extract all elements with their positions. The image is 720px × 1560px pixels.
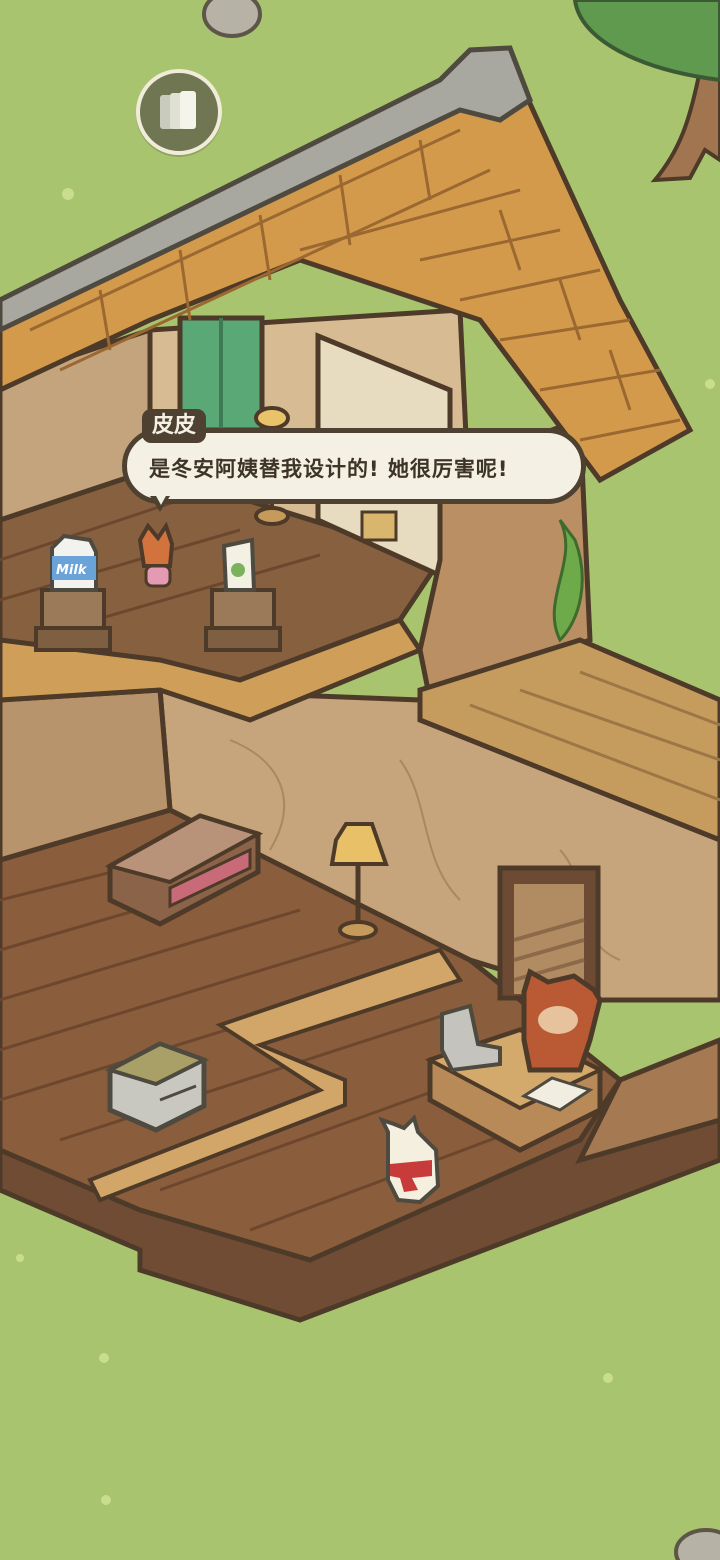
game-scene: Milk: [0, 0, 720, 1560]
rock: [202, 0, 262, 38]
cards-menu-button[interactable]: [136, 69, 222, 155]
dialog-text: 是冬安阿姨替我设计的! 她很厉害呢!: [149, 457, 509, 481]
milk-label: Milk: [56, 563, 88, 578]
speaker-name-tag: 皮皮: [142, 409, 207, 443]
fox-pipi[interactable]: [137, 521, 175, 588]
stair-doorway: [497, 865, 601, 1001]
dialog-tail-inner: [155, 494, 167, 505]
cards-icon: [160, 91, 196, 129]
